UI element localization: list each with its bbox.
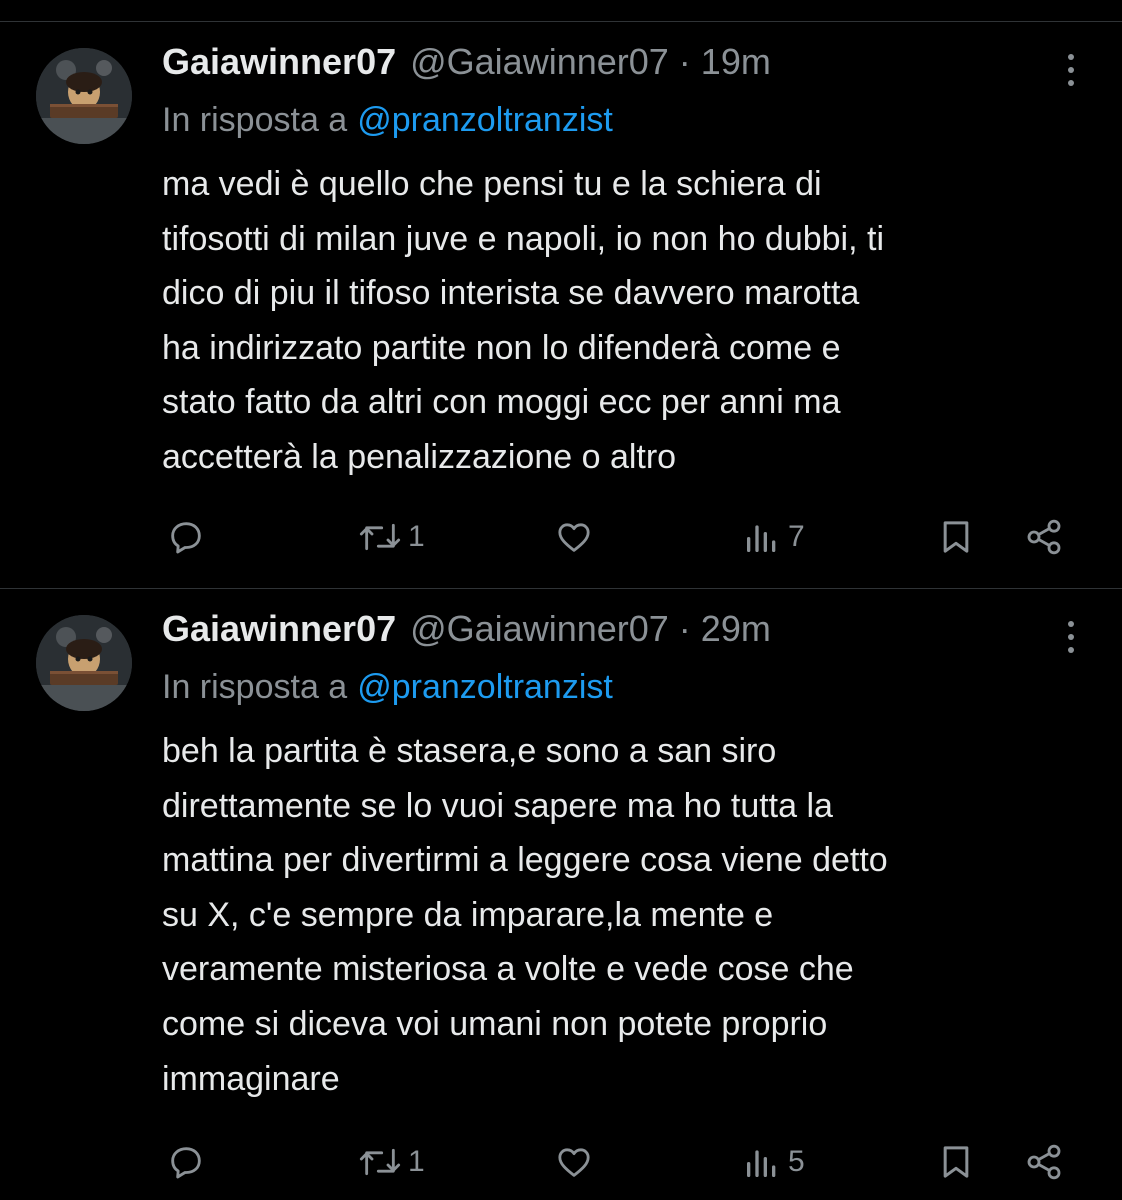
views-count: 7 (788, 520, 805, 553)
share-icon (1027, 1144, 1061, 1180)
like-button[interactable] (554, 1142, 594, 1182)
more-icon[interactable] (1060, 617, 1082, 657)
views-icon (747, 1150, 776, 1177)
avatar-image (36, 615, 132, 711)
reply-icon (171, 522, 201, 554)
like-icon (558, 523, 590, 552)
views-icon (747, 525, 776, 552)
bookmark-button[interactable] (936, 1142, 976, 1182)
user-handle[interactable]: @Gaiawinner07 (410, 41, 669, 83)
separator-dot: · (678, 41, 691, 82)
action-bar: 1 7 (0, 517, 1122, 557)
display-name[interactable]: Gaiawinner07 (162, 608, 396, 650)
like-icon (558, 1148, 590, 1177)
share-button[interactable] (1024, 517, 1064, 557)
timestamp[interactable]: 19m (701, 41, 771, 83)
repost-button[interactable]: 1 (358, 517, 425, 557)
avatar[interactable] (36, 48, 132, 144)
reply-handle-link[interactable]: @pranzoltranzist (357, 668, 613, 706)
reply-button[interactable] (166, 1142, 206, 1182)
views-count: 5 (788, 1145, 805, 1178)
top-divider (0, 0, 1122, 22)
timestamp[interactable]: 29m (701, 608, 771, 650)
reply-icon (171, 1147, 201, 1179)
reply-context: In risposta a @pranzoltranzist (162, 668, 613, 707)
user-handle[interactable]: @Gaiawinner07 (410, 608, 669, 650)
separator-dot: · (678, 608, 691, 649)
tweet[interactable]: Gaiawinner07 @Gaiawinner07 · 19m In risp… (0, 23, 1122, 589)
avatar-image (36, 48, 132, 144)
bookmark-button[interactable] (936, 517, 976, 557)
tweet-text: ma vedi è quello che pensi tu e la schie… (162, 165, 885, 476)
reply-button[interactable] (166, 517, 206, 557)
repost-icon (359, 523, 401, 551)
reply-prefix: In risposta a (162, 668, 348, 706)
repost-count: 1 (408, 1145, 425, 1178)
repost-icon (359, 1148, 401, 1176)
avatar[interactable] (36, 615, 132, 711)
like-button[interactable] (554, 517, 594, 557)
tweet[interactable]: Gaiawinner07 @Gaiawinner07 · 29m In risp… (0, 590, 1122, 1200)
display-name[interactable]: Gaiawinner07 (162, 41, 396, 83)
tweet-header: Gaiawinner07 @Gaiawinner07 · 29m (162, 608, 771, 652)
repost-button[interactable]: 1 (358, 1142, 425, 1182)
bookmark-icon (943, 1146, 969, 1178)
tweet-header: Gaiawinner07 @Gaiawinner07 · 19m (162, 41, 771, 85)
action-bar: 1 5 (0, 1142, 1122, 1182)
bookmark-icon (943, 521, 969, 553)
share-button[interactable] (1024, 1142, 1064, 1182)
tweet-text: beh la partita è stasera,e sono a san si… (162, 732, 888, 1098)
reply-handle-link[interactable]: @pranzoltranzist (357, 101, 613, 139)
share-icon (1027, 519, 1061, 555)
repost-count: 1 (408, 520, 425, 553)
views-button[interactable]: 7 (742, 517, 805, 557)
views-button[interactable]: 5 (742, 1142, 805, 1182)
more-icon[interactable] (1060, 50, 1082, 90)
reply-prefix: In risposta a (162, 101, 348, 139)
reply-context: In risposta a @pranzoltranzist (162, 101, 613, 140)
